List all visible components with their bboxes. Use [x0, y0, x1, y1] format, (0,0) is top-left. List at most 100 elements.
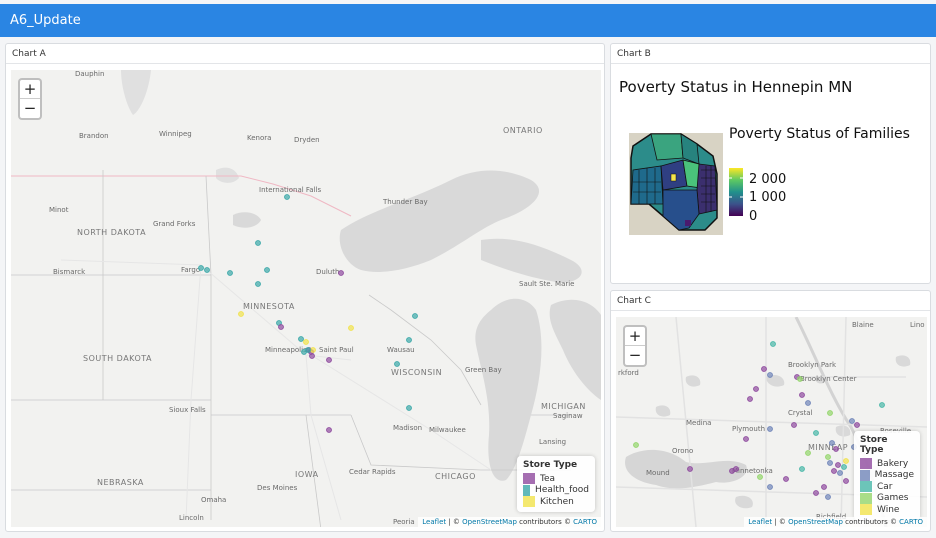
store-marker[interactable]	[843, 458, 849, 464]
store-marker[interactable]	[805, 450, 811, 456]
store-marker[interactable]	[412, 313, 418, 319]
store-marker[interactable]	[799, 466, 805, 472]
legend-item: Health_food	[523, 484, 589, 497]
store-marker[interactable]	[198, 265, 204, 271]
chart-c-map[interactable]: Blaine Lino Brooklyn Park Brooklyn Center rk…	[616, 317, 927, 527]
store-marker[interactable]	[783, 476, 789, 482]
store-marker[interactable]	[767, 426, 773, 432]
osm-link[interactable]: OpenStreetMap	[788, 518, 843, 526]
store-marker[interactable]	[743, 436, 749, 442]
store-marker[interactable]	[278, 324, 284, 330]
legend-item: Kitchen	[523, 496, 589, 508]
store-marker[interactable]	[841, 464, 847, 470]
legend-label: Car	[877, 481, 893, 492]
store-marker[interactable]	[633, 442, 639, 448]
store-marker[interactable]	[338, 270, 344, 276]
store-marker[interactable]	[825, 494, 831, 500]
store-marker[interactable]	[791, 422, 797, 428]
store-marker[interactable]	[406, 337, 412, 343]
store-marker[interactable]	[835, 462, 841, 468]
tract-purple	[685, 220, 691, 226]
osm-link[interactable]: OpenStreetMap	[462, 518, 517, 526]
store-marker[interactable]	[829, 440, 835, 446]
navbar: A6_Update	[0, 4, 936, 37]
store-marker[interactable]	[729, 468, 735, 474]
legend-item: Car	[860, 481, 914, 493]
zoom-out-button[interactable]: −	[625, 346, 645, 365]
carto-link[interactable]: CARTO	[573, 518, 597, 526]
legend-label: Games	[877, 493, 909, 504]
legend-swatch-bakery	[860, 458, 872, 470]
store-marker[interactable]	[303, 339, 309, 345]
dashboard-title: A6_Update	[10, 13, 81, 28]
store-marker[interactable]	[821, 484, 827, 490]
store-marker[interactable]	[298, 336, 304, 342]
legend-swatch-health-food	[523, 484, 531, 496]
legend-swatch-wine	[860, 504, 872, 516]
store-marker[interactable]	[827, 410, 833, 416]
store-marker[interactable]	[747, 396, 753, 402]
store-marker[interactable]	[406, 405, 412, 411]
colorbar-tick-0: 0	[749, 209, 758, 224]
legend-item: Bakery	[860, 458, 914, 470]
chart-a-map[interactable]: Dauphin Brandon Winnipeg Kenora Dryden ONTARI…	[11, 70, 601, 527]
chart-b-header: Chart B	[611, 44, 930, 64]
store-marker[interactable]	[255, 281, 261, 287]
colorbar-tick-2000: 2 000	[749, 172, 787, 187]
store-marker[interactable]	[797, 376, 803, 382]
store-marker[interactable]	[827, 460, 833, 466]
legend-item: Games	[860, 492, 914, 505]
store-marker[interactable]	[264, 267, 270, 273]
store-marker[interactable]	[833, 446, 839, 452]
hennepin-choropleth	[629, 133, 723, 235]
chart-c-attribution: Leaflet | © OpenStreetMap contributors ©…	[744, 517, 927, 527]
store-marker[interactable]	[284, 194, 290, 200]
store-marker[interactable]	[301, 349, 307, 355]
store-marker[interactable]	[813, 430, 819, 436]
legend-item: Tea	[523, 473, 589, 485]
store-marker[interactable]	[825, 454, 831, 460]
store-marker[interactable]	[831, 468, 837, 474]
attribution-sep: | ©	[772, 518, 789, 526]
legend-item: Wine	[860, 504, 914, 516]
zoom-out-button[interactable]: −	[20, 99, 40, 118]
store-marker[interactable]	[753, 386, 759, 392]
store-marker[interactable]	[204, 267, 210, 273]
leaflet-link[interactable]: Leaflet	[748, 518, 772, 526]
tract-yellow	[670, 173, 677, 182]
store-marker[interactable]	[326, 427, 332, 433]
attribution-text: contributors ©	[516, 518, 574, 526]
store-marker[interactable]	[394, 361, 400, 367]
store-marker[interactable]	[309, 353, 315, 359]
leaflet-link[interactable]: Leaflet	[422, 518, 446, 526]
store-marker[interactable]	[310, 347, 316, 353]
store-marker[interactable]	[770, 341, 776, 347]
store-marker[interactable]	[767, 372, 773, 378]
store-marker[interactable]	[843, 478, 849, 484]
chart-b-title: Poverty Status in Hennepin MN	[619, 78, 853, 96]
store-marker[interactable]	[849, 418, 855, 424]
store-marker[interactable]	[348, 325, 354, 331]
store-marker[interactable]	[879, 402, 885, 408]
store-marker[interactable]	[687, 466, 693, 472]
carto-link[interactable]: CARTO	[899, 518, 923, 526]
store-marker[interactable]	[813, 490, 819, 496]
store-marker[interactable]	[227, 270, 233, 276]
chart-c-zoom-control: + −	[623, 325, 647, 367]
store-marker[interactable]	[757, 474, 763, 480]
store-marker[interactable]	[761, 366, 767, 372]
zoom-in-button[interactable]: +	[625, 327, 645, 346]
store-marker[interactable]	[854, 422, 860, 428]
store-marker[interactable]	[326, 357, 332, 363]
store-marker[interactable]	[837, 470, 843, 476]
legend-swatch-car	[860, 481, 872, 493]
store-marker[interactable]	[255, 240, 261, 246]
store-marker[interactable]	[767, 484, 773, 490]
colorbar-tick-1000: 1 000	[749, 190, 787, 205]
attribution-sep: | ©	[446, 518, 463, 526]
store-marker[interactable]	[799, 392, 805, 398]
store-marker[interactable]	[238, 311, 244, 317]
zoom-in-button[interactable]: +	[20, 80, 40, 99]
store-marker[interactable]	[805, 400, 811, 406]
chart-a-header: Chart A	[6, 44, 604, 64]
